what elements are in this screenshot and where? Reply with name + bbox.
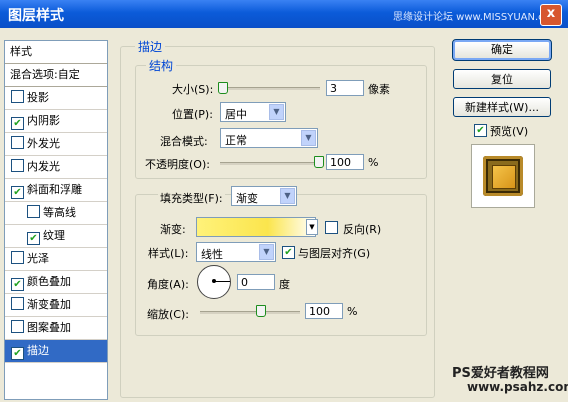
angle-unit: 度 — [279, 278, 290, 291]
position-label: 位置(P): — [172, 108, 213, 121]
blend-mode-select[interactable]: 正常 ▼ — [220, 128, 318, 148]
sidebar-item[interactable]: ✔ 描边 — [5, 340, 107, 363]
fill-type-select[interactable]: 渐变 ▼ — [231, 186, 297, 206]
sidebar-item-checkbox[interactable]: ✔ — [11, 278, 24, 291]
sidebar-item[interactable]: 外发光 — [5, 133, 107, 156]
sidebar-item[interactable]: ✔ 斜面和浮雕 — [5, 179, 107, 202]
style-preview — [471, 144, 535, 208]
sidebar-item-checkbox[interactable] — [11, 136, 24, 149]
site-watermark: PS爱好者教程网 — [452, 366, 549, 381]
align-checkbox[interactable]: ✔ — [282, 246, 295, 259]
sidebar-item[interactable]: 图案叠加 — [5, 317, 107, 340]
reverse-label: 反向(R) — [343, 223, 382, 236]
blend-mode-label: 混合模式: — [160, 135, 208, 148]
reset-button[interactable]: 复位 — [453, 69, 551, 89]
style-label: 样式(L): — [148, 247, 189, 260]
sidebar-item[interactable]: 内发光 — [5, 156, 107, 179]
sidebar-item-label: 光泽 — [27, 252, 49, 265]
size-slider-thumb[interactable] — [218, 82, 228, 94]
style-value: 线性 — [201, 248, 223, 261]
position-select[interactable]: 居中 ▼ — [220, 102, 286, 122]
sidebar-item[interactable]: ✔ 颜色叠加 — [5, 271, 107, 294]
sidebar-item-checkbox[interactable]: ✔ — [11, 117, 24, 130]
angle-dial[interactable] — [197, 265, 231, 299]
title-bar: 图层样式 思缘设计论坛 www.MISSYUAN.com x — [0, 0, 568, 28]
sidebar-item[interactable]: 等高线 — [5, 202, 107, 225]
scale-label: 缩放(C): — [147, 308, 189, 321]
opacity-unit: % — [368, 156, 379, 169]
size-input[interactable]: 3 — [326, 80, 364, 96]
watermark-text: 思缘设计论坛 www.MISSYUAN.com — [393, 12, 560, 23]
sidebar-item[interactable]: 投影 — [5, 87, 107, 110]
style-select[interactable]: 线性 ▼ — [196, 242, 276, 262]
structure-title: 结构 — [146, 57, 177, 74]
ok-button[interactable]: 确定 — [452, 39, 552, 61]
angle-input[interactable]: 0 — [237, 274, 275, 290]
angle-needle — [214, 281, 230, 282]
sidebar-item-checkbox[interactable] — [27, 205, 40, 218]
sidebar-item-label: 斜面和浮雕 — [27, 183, 82, 196]
blending-options[interactable]: 混合选项:自定 — [5, 64, 107, 87]
sidebar-item[interactable]: 渐变叠加 — [5, 294, 107, 317]
gradient-label: 渐变: — [160, 223, 186, 236]
preview-checkbox[interactable]: ✔ — [474, 124, 487, 137]
sidebar-item-checkbox[interactable] — [11, 297, 24, 310]
chevron-down-icon: ▼ — [301, 130, 316, 146]
sidebar-item-label: 内阴影 — [27, 114, 60, 127]
fill-type-value: 渐变 — [236, 192, 258, 205]
opacity-input[interactable]: 100 — [326, 154, 364, 170]
sidebar-item-checkbox[interactable]: ✔ — [11, 347, 24, 360]
sidebar-item-checkbox[interactable] — [11, 251, 24, 264]
sidebar-item-label: 纹理 — [43, 229, 65, 242]
angle-dial-center — [212, 279, 216, 283]
chevron-down-icon: ▼ — [259, 244, 274, 260]
stroke-group-title: 描边 — [135, 38, 166, 55]
opacity-label: 不透明度(O): — [145, 158, 210, 171]
scale-slider-thumb[interactable] — [256, 305, 266, 317]
sidebar-item-label: 投影 — [27, 91, 49, 104]
sidebar-item-checkbox[interactable] — [11, 159, 24, 172]
sidebar-item-label: 颜色叠加 — [27, 275, 71, 288]
chevron-down-icon: ▼ — [269, 104, 284, 120]
sidebar-item-checkbox[interactable]: ✔ — [11, 186, 24, 199]
window-title: 图层样式 — [8, 8, 64, 24]
sidebar-item-checkbox[interactable] — [11, 320, 24, 333]
align-label: 与图层对齐(G) — [298, 247, 371, 260]
sidebar-item-label: 等高线 — [43, 206, 76, 219]
position-value: 居中 — [225, 108, 247, 121]
angle-label: 角度(A): — [147, 278, 189, 291]
sidebar-item-checkbox[interactable] — [11, 90, 24, 103]
new-style-button[interactable]: 新建样式(W)... — [453, 97, 551, 117]
sidebar-item-label: 外发光 — [27, 137, 60, 150]
sidebar-item[interactable]: ✔ 内阴影 — [5, 110, 107, 133]
sidebar-item-label: 内发光 — [27, 160, 60, 173]
scale-input[interactable]: 100 — [305, 303, 343, 319]
chevron-down-icon: ▼ — [280, 188, 295, 204]
sidebar-item-label: 图案叠加 — [27, 321, 71, 334]
sidebar-item-checkbox[interactable]: ✔ — [27, 232, 40, 245]
opacity-slider-thumb[interactable] — [314, 156, 324, 168]
gradient-picker[interactable] — [196, 217, 316, 237]
blend-mode-value: 正常 — [225, 134, 247, 147]
chevron-down-icon[interactable]: ▼ — [306, 219, 318, 235]
close-button[interactable]: x — [540, 4, 562, 26]
site-url-watermark: www.psahz.com — [467, 380, 568, 394]
sidebar-item[interactable]: ✔ 纹理 — [5, 225, 107, 248]
size-label: 大小(S): — [172, 83, 214, 96]
sidebar-item-label: 渐变叠加 — [27, 298, 71, 311]
preview-label: 预览(V) — [490, 125, 529, 138]
fill-type-label: 填充类型(F): — [158, 190, 225, 206]
styles-header[interactable]: 样式 — [5, 41, 107, 64]
preview-thumbnail — [483, 156, 523, 196]
size-unit: 像素 — [368, 83, 390, 96]
style-list: 样式 混合选项:自定 投影 ✔ 内阴影 外发光 内发光 ✔ 斜面和浮雕 等高线 ✔ 纹理 光泽 ✔ 颜色… — [4, 40, 108, 400]
sidebar-item[interactable]: 光泽 — [5, 248, 107, 271]
opacity-slider[interactable] — [220, 162, 320, 165]
reverse-checkbox[interactable] — [325, 221, 338, 234]
scale-slider[interactable] — [200, 311, 300, 314]
scale-unit: % — [347, 305, 358, 318]
size-slider[interactable] — [220, 87, 320, 90]
sidebar-item-label: 描边 — [27, 344, 49, 357]
